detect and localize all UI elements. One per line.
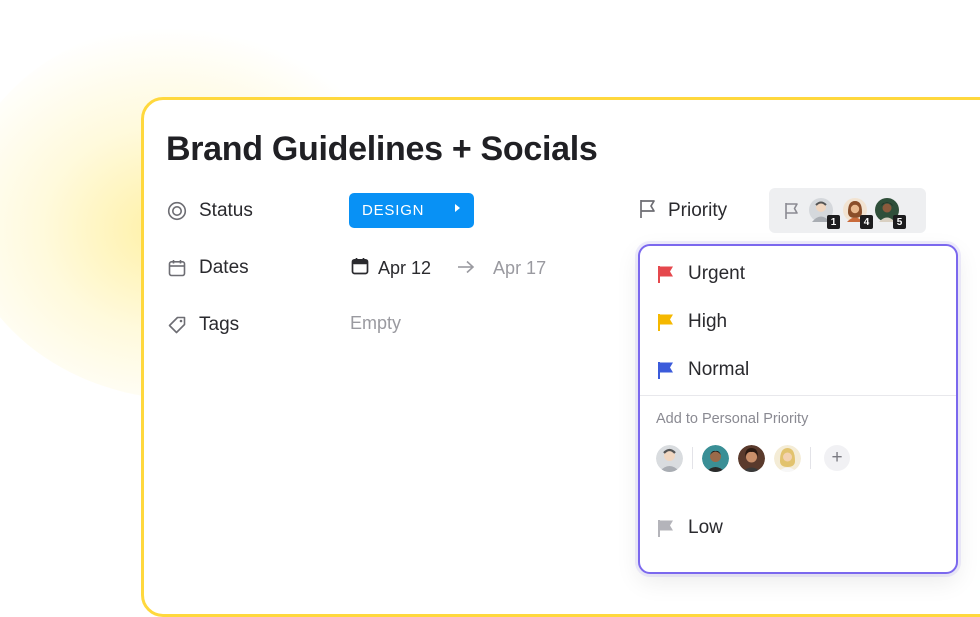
tags-label: Tags (199, 314, 240, 335)
option-label: Low (688, 517, 723, 538)
priority-selector[interactable]: 1 4 5 (769, 188, 926, 233)
dates-label: Dates (199, 257, 249, 278)
avatar[interactable] (774, 444, 801, 472)
flag-icon (656, 312, 676, 332)
status-value: DESIGN (362, 202, 425, 219)
count-badge: 5 (893, 215, 906, 229)
flag-icon (656, 360, 676, 380)
task-title: Brand Guidelines + Socials (166, 130, 598, 168)
start-calendar-icon (350, 256, 370, 281)
personal-priority-title: Add to Personal Priority (656, 411, 809, 427)
tag-icon (166, 314, 188, 336)
divider (640, 395, 956, 396)
option-label: Urgent (688, 263, 746, 284)
priority-label: Priority (668, 200, 728, 221)
add-person-button[interactable]: + (824, 445, 850, 471)
avatar[interactable] (656, 444, 683, 472)
option-label: High (688, 311, 728, 332)
count-badge: 4 (860, 215, 873, 229)
status-label: Status (199, 200, 253, 221)
avatar[interactable] (738, 444, 765, 472)
date-range[interactable]: Apr 12 Apr 17 (350, 253, 546, 283)
priority-option-normal[interactable]: Normal (656, 355, 749, 385)
priority-dropdown: Urgent High Normal Add to Personal Prior… (638, 244, 958, 574)
calendar-icon (166, 257, 188, 279)
tags-value[interactable]: Empty (350, 313, 401, 334)
dates-field: Dates (166, 253, 249, 283)
separator (692, 447, 693, 469)
priority-option-high[interactable]: High (656, 307, 727, 337)
flag-icon (656, 264, 676, 284)
flag-outline-icon (638, 198, 658, 225)
arrow-right-icon (457, 258, 475, 279)
personal-priority-people: + (656, 443, 850, 473)
end-date[interactable]: Apr 17 (493, 258, 546, 279)
separator (810, 447, 811, 469)
priority-option-urgent[interactable]: Urgent (656, 259, 745, 289)
status-button[interactable]: DESIGN (349, 193, 474, 228)
status-icon (166, 200, 188, 222)
option-label: Normal (688, 359, 750, 380)
status-field: Status (166, 196, 253, 226)
flag-outline-icon (783, 201, 801, 226)
priority-option-low[interactable]: Low (656, 513, 723, 543)
flag-icon (656, 518, 676, 538)
caret-right-icon (455, 204, 460, 212)
avatar[interactable] (702, 444, 729, 472)
count-badge: 1 (827, 215, 840, 229)
start-date[interactable]: Apr 12 (378, 258, 431, 279)
tags-field: Tags (166, 310, 239, 340)
priority-field: Priority (638, 196, 727, 226)
